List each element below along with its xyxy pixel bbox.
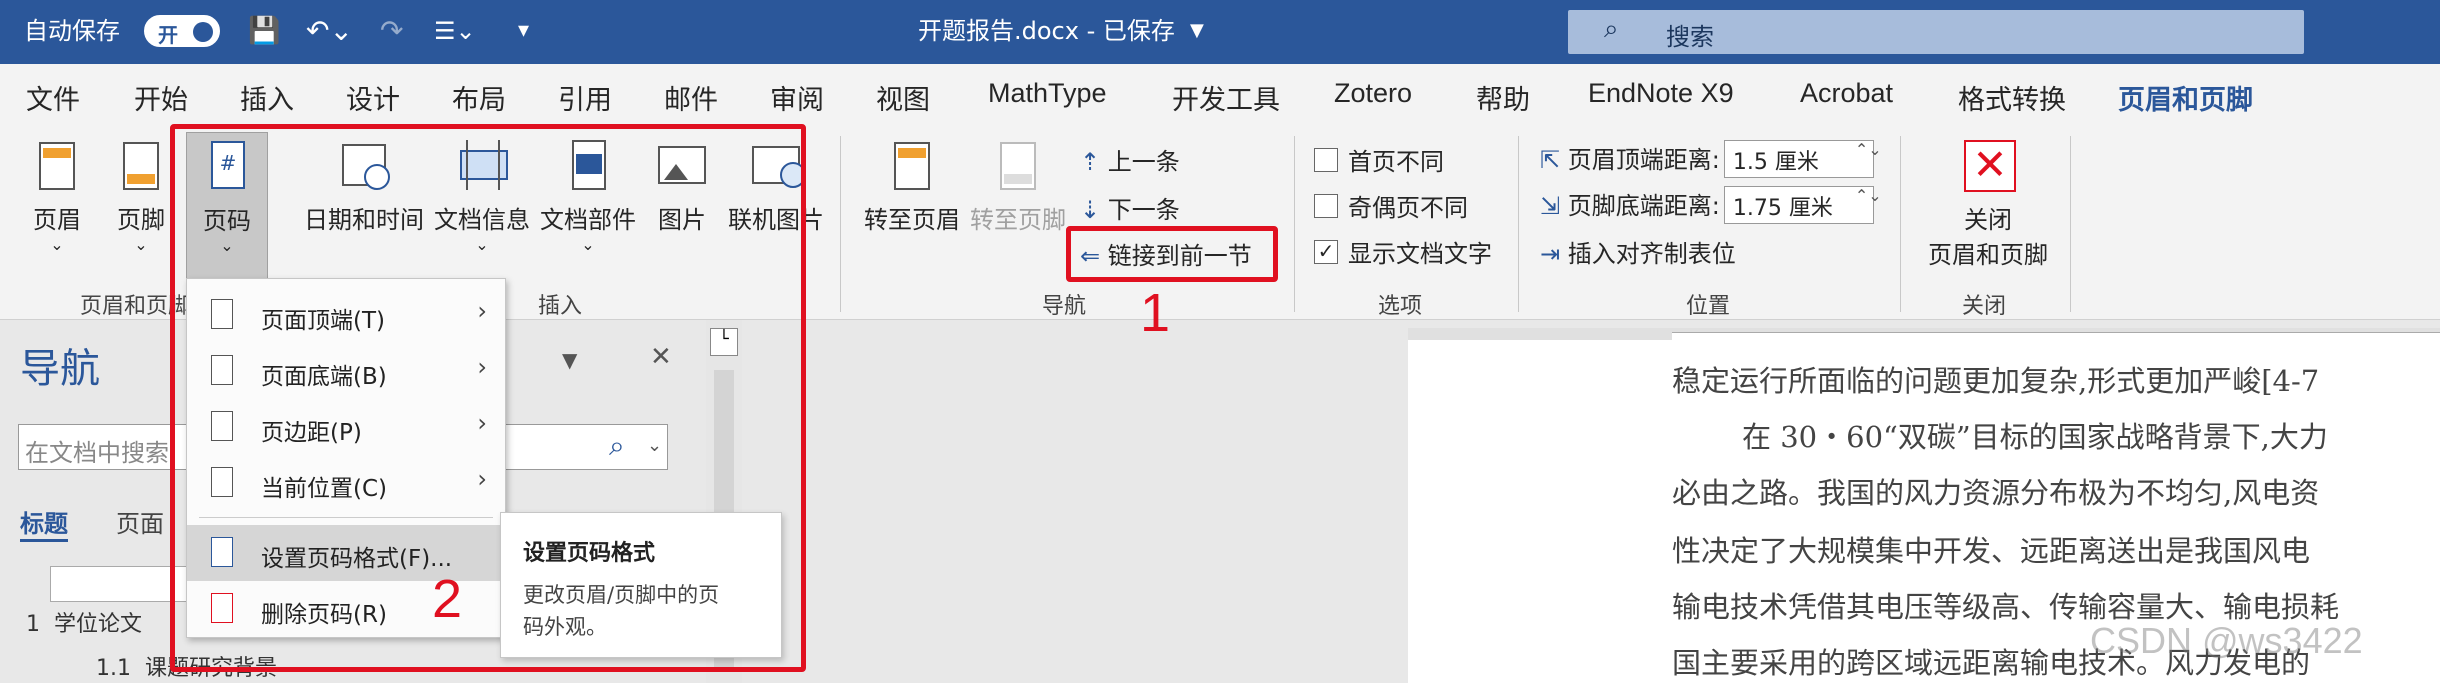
tab-view[interactable]: 视图 (876, 78, 930, 117)
tab-format-convert[interactable]: 格式转换 (1958, 78, 2066, 117)
header-label: 页眉 (33, 206, 81, 234)
header-top-label: 页眉顶端距离: (1567, 146, 1720, 174)
align-tab-icon: ⇥ (1540, 240, 1561, 268)
different-odd-even-label: 奇偶页不同 (1348, 194, 1468, 222)
tab-developer[interactable]: 开发工具 (1172, 78, 1280, 117)
goto-header-button[interactable]: 转至页眉 (862, 140, 962, 235)
tab-endnote[interactable]: EndNote X9 (1588, 78, 1734, 109)
document-page[interactable]: 稳定运行所面临的问题更加复杂,形式更加严峻[4-7 在 30・60“双碳”目标的… (1408, 340, 2440, 683)
group-label-navigation: 导航 (1042, 294, 1087, 319)
previous-label: 上一条 (1107, 148, 1180, 176)
goto-footer-icon (994, 140, 1042, 194)
doc-line: 在 30・60“双碳”目标的国家战略背景下,大力 (1742, 420, 2328, 454)
bullets-icon[interactable]: ☰⌄ (434, 14, 476, 48)
nav-heading-1[interactable]: 1 学位论文 (26, 606, 142, 638)
customize-qat-icon[interactable]: ▾ (518, 14, 529, 48)
title-bar: 自动保存 开 💾 ↶⌄ ↷ ☰⌄ ▾ 开题报告.docx - 已保存 ▼ ⌕ 搜… (0, 0, 2440, 64)
tab-layout[interactable]: 布局 (452, 78, 506, 117)
tab-home[interactable]: 开始 (134, 78, 188, 117)
autosave-label: 自动保存 (24, 17, 120, 45)
autosave-toggle[interactable]: 开 (144, 15, 220, 47)
doc-line: 必由之路。我国的风力资源分布极为不均匀,风电资 (1672, 476, 2320, 510)
close-header-footer-button[interactable]: ✕ 关闭 页眉和页脚 (1922, 140, 2054, 270)
checkbox-box (1314, 148, 1338, 172)
tab-file[interactable]: 文件 (26, 78, 80, 117)
doc-line: 稳定运行所面临的问题更加复杂,形式更加严峻[4-7 (1672, 364, 2320, 398)
header-top-icon: ⇱ (1540, 146, 1561, 174)
show-doc-text-label: 显示文档文字 (1348, 240, 1492, 268)
search-placeholder: 搜索 (1666, 23, 1714, 51)
title-chevron-down-icon[interactable]: ▼ (1190, 14, 1204, 48)
undo-icon[interactable]: ↶⌄ (306, 14, 353, 48)
navigation-title: 导航 (20, 346, 100, 392)
doc-line: 性决定了大规模集中开发、远距离送出是我国风电 (1672, 534, 2311, 568)
next-button[interactable]: ⇣ 下一条 (1080, 190, 1180, 225)
show-doc-text-checkbox[interactable]: ✓ 显示文档文字 (1314, 234, 1492, 269)
header-icon (33, 140, 81, 194)
autosave-state: 开 (158, 23, 178, 47)
footer-bottom-label: 页脚底端距离: (1567, 192, 1720, 220)
different-first-label: 首页不同 (1348, 148, 1444, 176)
goto-header-label: 转至页眉 (864, 206, 960, 234)
header-top-input[interactable]: 1.5 厘米 (1723, 140, 1874, 178)
tab-mailings[interactable]: 邮件 (664, 78, 718, 117)
annotation-marker-2: 2 (432, 569, 463, 629)
group-label-close: 关闭 (1962, 294, 2007, 319)
header-button[interactable]: 页眉 ⌄ (30, 140, 84, 254)
goto-header-icon (888, 140, 936, 194)
goto-footer-label: 转至页脚 (970, 206, 1066, 234)
footer-bottom-distance: ⇲ 页脚底端距离: 1.75 厘米 (1540, 186, 1874, 226)
footer-icon (117, 140, 165, 194)
tab-help[interactable]: 帮助 (1476, 78, 1530, 117)
nav-search-placeholder: 在文档中搜索 (25, 439, 169, 467)
previous-icon: ⇡ (1080, 148, 1101, 176)
different-first-page-checkbox[interactable]: 首页不同 (1314, 142, 1444, 177)
tab-acrobat[interactable]: Acrobat (1800, 78, 1893, 109)
group-label-options: 选项 (1378, 294, 1423, 319)
watermark: CSDN @ws3422 (2090, 620, 2363, 661)
tab-header-footer[interactable]: 页眉和页脚 (2118, 78, 2253, 129)
tab-zotero[interactable]: Zotero (1334, 78, 1412, 109)
tab-insert[interactable]: 插入 (240, 78, 294, 117)
different-odd-even-checkbox[interactable]: 奇偶页不同 (1314, 188, 1468, 223)
tab-mathtype[interactable]: MathType (988, 78, 1107, 109)
goto-footer-button[interactable]: 转至页脚 (966, 140, 1070, 235)
next-label: 下一条 (1107, 196, 1180, 224)
next-icon: ⇣ (1080, 196, 1101, 224)
checkbox-box (1314, 194, 1338, 218)
tab-pages[interactable]: 页面 (116, 504, 164, 539)
annotation-box-link-previous (1066, 226, 1278, 282)
tab-references[interactable]: 引用 (558, 78, 612, 117)
annotation-marker-1: 1 (1140, 283, 1171, 343)
footer-button[interactable]: 页脚 ⌄ (114, 140, 168, 254)
checkmark-icon: ✓ (1314, 240, 1338, 264)
search-icon: ⌕ (1604, 14, 1619, 44)
footer-bottom-input[interactable]: 1.75 厘米 (1723, 186, 1874, 224)
tab-headings[interactable]: 标题 (20, 504, 68, 542)
footer-bottom-icon: ⇲ (1540, 192, 1561, 220)
group-label-position: 位置 (1686, 294, 1731, 319)
insert-align-tab-label: 插入对齐制表位 (1567, 240, 1736, 268)
search-box[interactable]: ⌕ 搜索 (1568, 10, 2304, 54)
footer-label: 页脚 (117, 206, 165, 234)
insert-align-tab-button[interactable]: ⇥ 插入对齐制表位 (1540, 234, 1736, 269)
tab-design[interactable]: 设计 (346, 78, 400, 117)
header-top-distance: ⇱ 页眉顶端距离: 1.5 厘米 (1540, 140, 1874, 180)
redo-icon[interactable]: ↷ (380, 14, 403, 48)
ribbon-tabs: 文件 开始 插入 设计 布局 引用 邮件 审阅 视图 MathType 开发工具… (0, 64, 2440, 129)
close-icon: ✕ (1964, 140, 2016, 194)
tab-review[interactable]: 审阅 (770, 78, 824, 117)
close-label-2: 页眉和页脚 (1928, 241, 2048, 269)
close-label-1: 关闭 (1964, 206, 2012, 234)
save-icon[interactable]: 💾 (248, 14, 280, 48)
previous-button[interactable]: ⇡ 上一条 (1080, 142, 1180, 177)
document-title: 开题报告.docx - 已保存 (918, 17, 1175, 45)
annotation-box-page-number (170, 124, 806, 672)
